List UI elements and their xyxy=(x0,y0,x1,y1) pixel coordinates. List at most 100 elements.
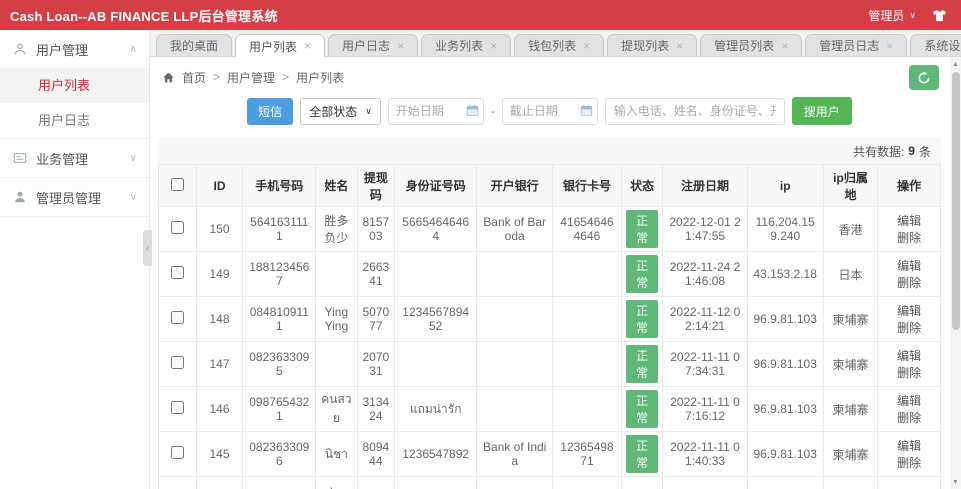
tab-close-icon[interactable]: × xyxy=(490,40,497,52)
column-header: ip xyxy=(747,165,823,207)
theme-skin-icon[interactable] xyxy=(932,8,947,23)
edit-link[interactable]: 编辑 xyxy=(897,259,921,273)
tab-withdraw-list[interactable]: 提现列表× xyxy=(607,34,697,56)
select-all-checkbox[interactable] xyxy=(171,178,184,191)
cell-ip_location: 柬埔寨 xyxy=(823,342,878,387)
column-header: 注册日期 xyxy=(663,165,747,207)
table-row: 1480848109111Ying Ying507077123456789452… xyxy=(159,297,941,342)
sidebar-group-header-admin-management[interactable]: 管理员管理∨ xyxy=(0,178,149,216)
filter-row: 短信 全部状态 ∨ - xyxy=(158,97,941,125)
cell-id: 145 xyxy=(196,432,243,477)
search-input[interactable] xyxy=(605,98,785,125)
tab-close-icon[interactable]: × xyxy=(781,40,788,52)
tab-my-desktop[interactable]: 我的桌面 xyxy=(156,34,232,56)
sidebar-group-header-business-management[interactable]: 业务管理 ∨ xyxy=(0,139,149,177)
row-checkbox[interactable] xyxy=(171,311,184,324)
edit-link[interactable]: 编辑 xyxy=(897,304,921,318)
cell-id: 146 xyxy=(196,387,243,432)
cell-bank xyxy=(477,252,553,297)
table-row: 1505641631111胜多负少81570356654646464Bank o… xyxy=(159,207,941,252)
edit-link[interactable]: 编辑 xyxy=(897,214,921,228)
status-badge: 正常 xyxy=(626,390,658,428)
cell-phone xyxy=(243,477,316,489)
delete-link[interactable]: 删除 xyxy=(897,366,921,380)
app-root: Cash Loan--AB FINANCE LLP后台管理系统 管理员 ∨ 用户… xyxy=(0,0,961,489)
sidebar-item-user-logs[interactable]: 用户日志 xyxy=(0,103,149,138)
tab-label: 系统设置 xyxy=(924,37,961,54)
main-layout: 用户管理∧用户列表用户日志业务管理∨管理员管理∨ ‹ 我的桌面用户列表×用户日志… xyxy=(0,30,961,489)
admin-user-menu[interactable]: 管理员 ∨ xyxy=(868,7,916,24)
cell-name: 胜多负少 xyxy=(316,207,357,252)
calendar-icon[interactable] xyxy=(466,104,479,120)
scroll-down-icon[interactable]: ▼ xyxy=(950,476,961,488)
tab-admin-logs[interactable]: 管理员日志 × xyxy=(805,34,907,56)
row-checkbox[interactable] xyxy=(171,356,184,369)
sidebar-group-business-management: 业务管理 ∨ xyxy=(0,139,149,178)
refresh-button[interactable] xyxy=(909,65,939,90)
cell-actions: 编辑删除 xyxy=(878,297,941,342)
row-checkbox[interactable] xyxy=(171,221,184,234)
delete-link[interactable]: 删除 xyxy=(897,411,921,425)
cell-ip: 96.9.81.103 xyxy=(747,342,823,387)
chevron-down-icon: ∨ xyxy=(909,10,916,21)
sms-button[interactable]: 短信 xyxy=(247,98,293,125)
status-badge: 正常 xyxy=(626,345,658,383)
tab-close-icon[interactable]: × xyxy=(397,40,404,52)
cell-card xyxy=(553,297,622,342)
row-select-cell xyxy=(159,297,197,342)
delete-link[interactable]: 删除 xyxy=(897,276,921,290)
cell-ip_location: 香港 xyxy=(823,207,878,252)
start-date-box xyxy=(388,98,484,125)
tab-close-icon[interactable]: × xyxy=(304,40,311,52)
tab-admin-list[interactable]: 管理员列表× xyxy=(700,34,802,56)
tab-wallet-list[interactable]: 钱包列表× xyxy=(514,34,604,56)
tab-label: 业务列表 xyxy=(435,37,483,54)
breadcrumb-item[interactable]: 用户管理 xyxy=(227,69,275,86)
delete-link[interactable]: 删除 xyxy=(897,231,921,245)
delete-link[interactable]: 删除 xyxy=(897,456,921,470)
row-checkbox[interactable] xyxy=(171,446,184,459)
row-checkbox[interactable] xyxy=(171,401,184,414)
cell-bank: Bank of India xyxy=(477,432,553,477)
scrollbar-thumb[interactable] xyxy=(952,72,960,330)
status-select[interactable]: 全部状态 ∨ xyxy=(300,98,381,125)
scroll-up-icon[interactable]: ▲ xyxy=(950,58,961,70)
sidebar-group-label: 业务管理 xyxy=(36,149,122,168)
cell-withdraw_code: 507077 xyxy=(357,297,395,342)
vertical-scrollbar[interactable]: ▲ ▼ xyxy=(950,57,961,489)
row-checkbox[interactable] xyxy=(171,266,184,279)
cell-actions: 编辑删除 xyxy=(878,342,941,387)
chevron-down-icon: ∨ xyxy=(130,153,137,164)
breadcrumb-item[interactable]: 首页 xyxy=(182,69,206,86)
cell-phone: 1881234567 xyxy=(243,252,316,297)
admin-icon xyxy=(12,190,28,204)
tab-business-list[interactable]: 业务列表 × xyxy=(421,34,511,56)
sidebar-item-user-list[interactable]: 用户列表 xyxy=(0,68,149,103)
cell-ip: 43.153.2.18 xyxy=(747,252,823,297)
tab-label: 管理员日志 xyxy=(819,37,879,54)
sidebar-collapse-handle[interactable]: ‹ xyxy=(143,230,152,266)
edit-link[interactable]: 编辑 xyxy=(897,439,921,453)
cell-bank xyxy=(477,387,553,432)
tab-user-list[interactable]: 用户列表× xyxy=(235,34,325,57)
search-user-button[interactable]: 搜用户 xyxy=(792,97,852,125)
tab-close-icon[interactable]: × xyxy=(886,40,893,52)
sidebar-group-header-user-management[interactable]: 用户管理∧ xyxy=(0,30,149,68)
breadcrumb-separator: > xyxy=(213,70,220,84)
cell-reg_date: 2022-11-11 01:40:33 xyxy=(663,432,747,477)
tab-user-logs[interactable]: 用户日志× xyxy=(328,34,418,56)
delete-link[interactable]: 删除 xyxy=(897,321,921,335)
tab-close-icon[interactable]: × xyxy=(583,40,590,52)
column-header: 状态 xyxy=(621,165,662,207)
column-header: 操作 xyxy=(878,165,941,207)
edit-link[interactable]: 编辑 xyxy=(897,349,921,363)
cell-status: 正常 xyxy=(621,252,662,297)
user-table: ID手机号码姓名提现码身份证号码开户银行银行卡号状态注册日期ipip归属地操作 … xyxy=(158,164,941,489)
calendar-icon[interactable] xyxy=(580,104,593,120)
edit-link[interactable]: 编辑 xyxy=(897,394,921,408)
column-header: 身份证号码 xyxy=(395,165,477,207)
breadcrumb-item[interactable]: 用户列表 xyxy=(296,69,344,86)
content-panel: 首页>用户管理>用户列表 短信 全部状态 ∨ xyxy=(150,57,961,489)
tab-system-settings[interactable]: 系统设置× xyxy=(910,34,961,56)
tab-close-icon[interactable]: × xyxy=(676,40,683,52)
